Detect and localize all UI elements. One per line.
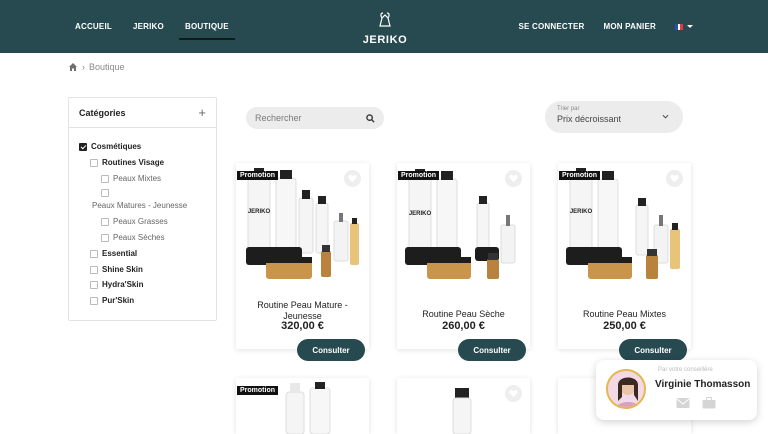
product-price: 320,00 € <box>281 320 324 332</box>
product-price: 260,00 € <box>442 320 485 332</box>
product-card[interactable] <box>397 378 530 434</box>
checkbox[interactable] <box>101 189 109 197</box>
category-routines-visage[interactable]: Routines Visage <box>90 158 164 167</box>
checkbox[interactable] <box>90 265 98 274</box>
advisor-caption: Par votre conseillère <box>658 367 713 373</box>
checkbox-checked[interactable] <box>79 142 87 151</box>
nav-accueil[interactable]: ACCUEIL <box>75 16 112 37</box>
advisor-name: Virginie Thomasson <box>655 379 751 390</box>
ibex-logo-icon <box>379 12 391 27</box>
product-card[interactable]: JERIKO Promotion Routine Peau Sèche 260,… <box>397 163 530 349</box>
category-peaux-seches[interactable]: Peaux Sèches <box>101 233 165 242</box>
top-navbar: ACCUEIL JERIKO BOUTIQUE JERIKO SE CONNEC… <box>0 0 768 53</box>
breadcrumb: › Boutique <box>68 62 125 72</box>
advisor-avatar <box>606 369 646 409</box>
advisor-contact-widget[interactable]: Par votre conseillère Virginie Thomasson <box>596 360 757 420</box>
expand-plus-icon[interactable]: + <box>198 106 206 119</box>
consult-button[interactable]: Consulter <box>619 339 687 361</box>
jeriko-logo[interactable]: JERIKO <box>360 12 410 46</box>
wishlist-heart-icon[interactable] <box>666 170 683 187</box>
checkbox[interactable] <box>90 158 98 167</box>
login-link[interactable]: SE CONNECTER <box>519 16 585 37</box>
category-shine-skin[interactable]: Shine Skin <box>90 265 143 274</box>
breadcrumb-separator: › <box>82 62 85 72</box>
product-card[interactable]: JERIKO Promotion Routine Peau Mature - J… <box>236 163 369 349</box>
category-label: Essential <box>102 249 138 258</box>
category-header[interactable]: Catégories + <box>69 98 216 128</box>
promotion-badge: Promotion <box>398 171 439 180</box>
svg-text:JERIKO: JERIKO <box>409 211 432 217</box>
user-nav: SE CONNECTER MON PANIER <box>519 0 693 53</box>
consult-button[interactable]: Consulter <box>458 339 526 361</box>
logo-text: JERIKO <box>362 34 408 46</box>
nav-jeriko[interactable]: JERIKO <box>133 16 164 37</box>
product-card[interactable]: Promotion <box>236 378 369 434</box>
french-flag-icon <box>675 23 684 30</box>
checkbox[interactable] <box>90 280 98 289</box>
category-peaux-mixtes[interactable]: Peaux Mixtes <box>101 174 161 183</box>
search-icon[interactable] <box>366 113 375 123</box>
checkbox[interactable] <box>101 217 109 226</box>
category-title: Catégories <box>79 107 126 118</box>
promotion-badge: Promotion <box>559 171 600 180</box>
contact-actions <box>676 397 716 409</box>
category-peaux-grasses[interactable]: Peaux Grasses <box>101 217 168 226</box>
category-peaux-matures-checkbox[interactable] <box>101 189 109 197</box>
product-name[interactable]: Routine Peau Mixtes <box>564 309 685 320</box>
nav-boutique[interactable]: BOUTIQUE <box>178 16 235 40</box>
category-label: Routines Visage <box>102 158 165 167</box>
chevron-down-icon <box>662 114 669 119</box>
mail-icon[interactable] <box>676 397 690 409</box>
category-label: Peaux Matures - Jeunesse <box>92 201 188 210</box>
category-label: Peaux Mixtes <box>113 174 162 183</box>
consult-button[interactable]: Consulter <box>297 339 365 361</box>
category-label: Peaux Sèches <box>113 233 165 242</box>
svg-text:JERIKO: JERIKO <box>570 209 593 215</box>
home-icon[interactable] <box>68 62 78 72</box>
category-label: Peaux Grasses <box>113 217 168 226</box>
category-filter-panel: Catégories + Cosmétiques Routines Visage… <box>68 97 217 321</box>
cart-link[interactable]: MON PANIER <box>603 16 656 37</box>
sort-value: Prix décroissant <box>557 114 622 124</box>
category-essential[interactable]: Essential <box>90 249 137 258</box>
category-label: Cosmétiques <box>91 142 142 151</box>
product-price: 250,00 € <box>603 320 646 332</box>
main-nav: ACCUEIL JERIKO BOUTIQUE <box>75 0 235 53</box>
breadcrumb-current: Boutique <box>89 62 125 72</box>
promotion-badge: Promotion <box>237 171 278 180</box>
product-name[interactable]: Routine Peau Mature - Jeunesse <box>242 300 363 322</box>
language-selector[interactable] <box>675 23 693 30</box>
search-placeholder: Rechercher <box>255 113 302 123</box>
category-hydra-skin[interactable]: Hydra'Skin <box>90 280 143 289</box>
svg-text:JERIKO: JERIKO <box>248 209 271 215</box>
category-pur-skin[interactable]: Pur'Skin <box>90 296 134 305</box>
checkbox[interactable] <box>101 174 109 183</box>
briefcase-icon[interactable] <box>702 397 716 409</box>
category-label: Shine Skin <box>102 265 143 274</box>
sort-label: Trier par <box>557 106 580 112</box>
product-card[interactable]: JERIKO Promotion Routine Peau Mixtes 250… <box>558 163 691 349</box>
sort-select[interactable]: Trier par Prix décroissant <box>545 101 683 133</box>
search-input[interactable]: Rechercher <box>246 107 384 129</box>
promotion-badge: Promotion <box>237 386 278 395</box>
category-peaux-matures-jeunesse[interactable]: Peaux Matures - Jeunesse <box>92 201 187 210</box>
wishlist-heart-icon[interactable] <box>344 170 361 187</box>
category-label: Hydra'Skin <box>102 280 144 289</box>
product-name[interactable]: Routine Peau Sèche <box>403 309 524 320</box>
checkbox[interactable] <box>101 233 109 242</box>
category-cosmetiques[interactable]: Cosmétiques <box>79 142 141 151</box>
wishlist-heart-icon[interactable] <box>505 170 522 187</box>
wishlist-heart-icon[interactable] <box>505 385 522 402</box>
category-label: Pur'Skin <box>102 296 135 305</box>
caret-down-icon <box>687 25 693 28</box>
checkbox[interactable] <box>90 249 98 258</box>
checkbox[interactable] <box>90 296 98 305</box>
